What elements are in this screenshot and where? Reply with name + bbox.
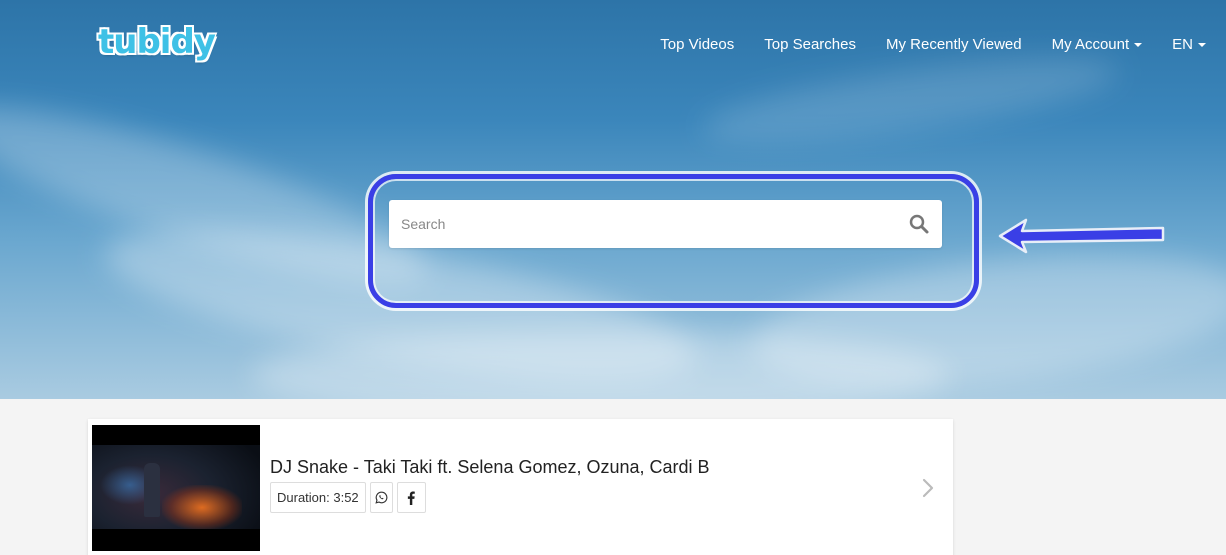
nav-language[interactable]: EN (1172, 36, 1206, 53)
annotation-arrow-icon (998, 218, 1165, 254)
video-meta: Duration: 3:52 (270, 482, 426, 513)
whatsapp-icon (375, 491, 388, 504)
facebook-share-button[interactable] (396, 482, 426, 513)
caret-down-icon (1134, 42, 1143, 47)
search-input[interactable] (401, 216, 908, 232)
nav-my-account[interactable]: My Account (1052, 36, 1143, 53)
search-box (389, 200, 942, 248)
caret-down-icon (1198, 42, 1206, 47)
nav-recently-viewed[interactable]: My Recently Viewed (886, 36, 1022, 53)
chevron-right-icon[interactable] (921, 477, 935, 499)
nav-label: Top Searches (764, 36, 856, 53)
search-icon[interactable] (908, 213, 930, 235)
nav-top-videos[interactable]: Top Videos (660, 36, 734, 53)
nav-label: EN (1172, 36, 1193, 53)
letterbox-bar (92, 529, 260, 551)
nav-label: My Recently Viewed (885, 36, 1022, 53)
duration-badge: Duration: 3:52 (270, 482, 366, 513)
nav-label: My Account (1051, 36, 1130, 53)
video-title[interactable]: DJ Snake - Taki Taki ft. Selena Gomez, O… (270, 457, 710, 478)
result-card[interactable]: DJ Snake - Taki Taki ft. Selena Gomez, O… (88, 419, 953, 555)
thumbnail-detail (162, 485, 242, 530)
nav-label: Top Videos (660, 36, 735, 53)
cloud (697, 41, 1123, 159)
thumbnail-detail (144, 463, 160, 517)
video-thumbnail[interactable] (92, 425, 260, 551)
letterbox-bar (92, 425, 260, 445)
logo-text: tubidy (98, 22, 216, 62)
site-logo[interactable]: tubidy (98, 20, 216, 64)
nav-top-searches[interactable]: Top Searches (764, 36, 856, 53)
top-nav: Top Videos Top Searches My Recently View… (630, 36, 1206, 53)
facebook-icon (408, 490, 415, 505)
whatsapp-share-button[interactable] (369, 482, 393, 513)
